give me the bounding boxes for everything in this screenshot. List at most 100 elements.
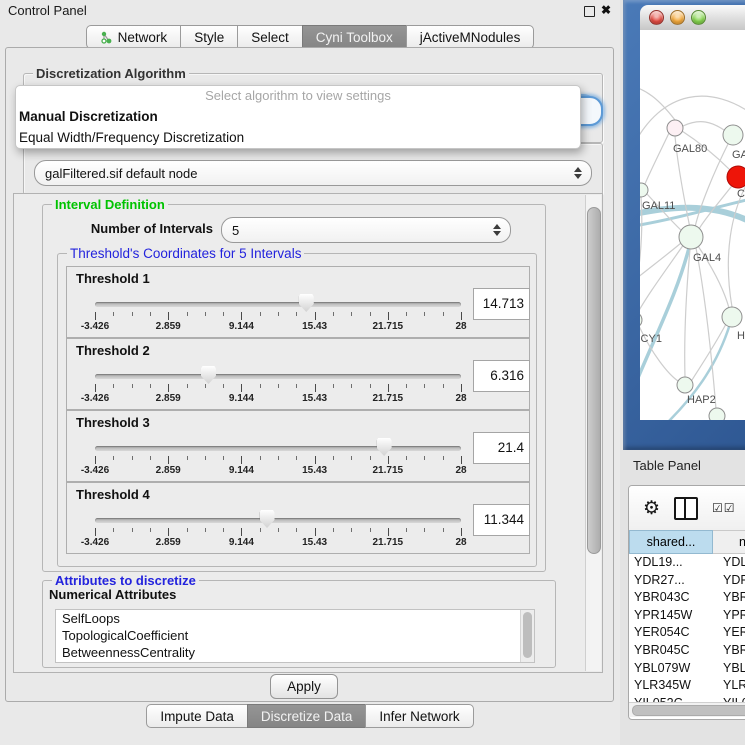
slider-track[interactable]: [95, 374, 461, 379]
slider-thumb[interactable]: [201, 366, 216, 384]
tab-style[interactable]: Style: [180, 25, 238, 49]
attribute-list-item[interactable]: BetweennessCentrality: [56, 644, 534, 661]
table-row[interactable]: YER054CYER054C: [629, 624, 745, 642]
attribute-list-item[interactable]: SelfLoops: [56, 610, 534, 627]
network-edge[interactable]: [683, 122, 724, 130]
tab-infer-network[interactable]: Infer Network: [365, 704, 473, 728]
table-row[interactable]: YIL052CYIL052C: [629, 695, 745, 702]
network-node-gal4[interactable]: [679, 225, 703, 249]
cell-shared-name[interactable]: YIL052C: [629, 695, 716, 702]
scrollbar-thumb[interactable]: [587, 207, 601, 554]
cell-shared-name[interactable]: YER054C: [629, 624, 716, 642]
table-header-row: shared... na: [629, 530, 745, 554]
slider-thumb[interactable]: [299, 294, 314, 312]
cell-name[interactable]: YBL079W: [716, 660, 745, 678]
cell-shared-name[interactable]: YLR345W: [629, 677, 716, 695]
cell-name[interactable]: YDL19...: [716, 554, 745, 572]
scrollbar-thumb[interactable]: [632, 705, 745, 716]
cell-shared-name[interactable]: YDL19...: [629, 554, 716, 572]
split-columns-icon[interactable]: [674, 497, 698, 520]
network-node-gal80[interactable]: [667, 120, 683, 136]
slider-track[interactable]: [95, 518, 461, 523]
network-edge[interactable]: [685, 249, 690, 377]
cell-shared-name[interactable]: YDR27...: [629, 572, 716, 590]
column-header-name[interactable]: na: [713, 530, 745, 554]
close-icon[interactable]: ✖: [601, 3, 611, 17]
settings-scroll-area: Interval Definition Number of Intervals …: [13, 193, 603, 673]
close-traffic-light-icon[interactable]: [649, 10, 664, 25]
network-node-cy[interactable]: [727, 166, 745, 188]
table-row[interactable]: YDL19...YDL19...: [629, 554, 745, 572]
zoom-traffic-light-icon[interactable]: [691, 10, 706, 25]
slider-track[interactable]: [95, 302, 461, 307]
network-edge-highlighted[interactable]: [640, 244, 690, 392]
network-edge[interactable]: [640, 86, 675, 120]
network-node-ha[interactable]: [722, 307, 742, 327]
cell-shared-name[interactable]: YPR145W: [629, 607, 716, 625]
cell-name[interactable]: YIL052C: [716, 695, 745, 702]
attribute-list-item[interactable]: TopologicalCoefficient: [56, 627, 534, 644]
tab-select[interactable]: Select: [237, 25, 303, 49]
table-data-combobox[interactable]: galFiltered.sif default node: [34, 160, 592, 186]
list-scrollbar[interactable]: [520, 610, 534, 662]
network-node-hap2[interactable]: [677, 377, 693, 393]
gear-icon[interactable]: ⚙: [643, 499, 660, 518]
table-row[interactable]: YPR145WYPR145W: [629, 607, 745, 625]
tab-jactivemnodules[interactable]: jActiveMNodules: [406, 25, 535, 49]
slider-scale-labels: -3.4262.8599.14415.4321.71528: [95, 465, 461, 477]
threshold-value-field[interactable]: 21.4: [473, 432, 530, 464]
table-horizontal-scrollbar[interactable]: [629, 702, 745, 717]
dropdown-option-manual-discretization[interactable]: Manual Discretization: [16, 106, 580, 127]
cell-name[interactable]: YPR145W: [716, 607, 745, 625]
table-row[interactable]: YBR045CYBR045C: [629, 642, 745, 660]
checkbox-icons[interactable]: ☑☑: [712, 501, 736, 515]
slider-thumb[interactable]: [377, 438, 392, 456]
network-edge[interactable]: [645, 133, 669, 184]
network-graph: GAL80GALCYGAL11GAL4GCY1HAHAP2: [640, 30, 745, 420]
cell-shared-name[interactable]: YBL079W: [629, 660, 716, 678]
network-edge[interactable]: [640, 244, 684, 314]
table-row[interactable]: YLR345WYLR345W: [629, 677, 745, 695]
float-window-icon[interactable]: [584, 6, 595, 17]
cell-name[interactable]: YLR345W: [716, 677, 745, 695]
threshold-value-field[interactable]: 11.344: [473, 504, 530, 536]
cell-name[interactable]: YBR043C: [716, 589, 745, 607]
tab-impute-data[interactable]: Impute Data: [146, 704, 248, 728]
network-canvas[interactable]: GAL80GALCYGAL11GAL4GCY1HAHAP2: [640, 30, 745, 420]
network-node-gal11[interactable]: [640, 183, 648, 197]
minimize-traffic-light-icon[interactable]: [670, 10, 685, 25]
tab-network[interactable]: Network: [86, 25, 182, 49]
tab-cyni-toolbox[interactable]: Cyni Toolbox: [302, 25, 407, 49]
table-row[interactable]: YDR27...YDR27...: [629, 572, 745, 590]
number-of-intervals-combobox[interactable]: 5: [221, 217, 511, 243]
tab-discretize-data[interactable]: Discretize Data: [247, 704, 367, 728]
network-edge[interactable]: [640, 243, 681, 282]
threshold-value-field[interactable]: 14.713: [473, 288, 530, 320]
table-panel-title: Table Panel: [633, 458, 701, 473]
slider-ticks: [95, 528, 461, 537]
tab-label: Select: [251, 30, 289, 45]
slider-thumb[interactable]: [260, 510, 275, 528]
network-window-titlebar[interactable]: [640, 5, 745, 31]
network-node[interactable]: [709, 408, 725, 420]
apply-button[interactable]: Apply: [270, 674, 338, 699]
column-header-shared-name[interactable]: shared...: [629, 530, 713, 554]
threshold-value-field[interactable]: 6.316: [473, 360, 530, 392]
cell-shared-name[interactable]: YBR043C: [629, 589, 716, 607]
table-row[interactable]: YBR043CYBR043C: [629, 589, 745, 607]
settings-scrollbar[interactable]: [585, 195, 601, 671]
network-node-gcy1[interactable]: [640, 312, 642, 328]
cell-name[interactable]: YDR27...: [716, 572, 745, 590]
network-node-gal[interactable]: [723, 125, 743, 145]
numerical-attributes-list[interactable]: SelfLoopsTopologicalCoefficientBetweenne…: [55, 609, 535, 663]
table-body: YDL19...YDL19...YDR27...YDR27...YBR043CY…: [629, 554, 745, 702]
cell-name[interactable]: YER054C: [716, 624, 745, 642]
dropdown-option-equal-width-frequency[interactable]: Equal Width/Frequency Discretization: [16, 127, 580, 148]
cell-name[interactable]: YBR045C: [716, 642, 745, 660]
scrollbar-thumb[interactable]: [523, 612, 532, 658]
table-row[interactable]: YBL079WYBL079W: [629, 660, 745, 678]
slider-track[interactable]: [95, 446, 461, 451]
group-title: Discretization Algorithm: [33, 66, 189, 81]
cell-shared-name[interactable]: YBR045C: [629, 642, 716, 660]
control-panel: Control Panel ✖ Network Style Select Cyn…: [0, 0, 620, 745]
